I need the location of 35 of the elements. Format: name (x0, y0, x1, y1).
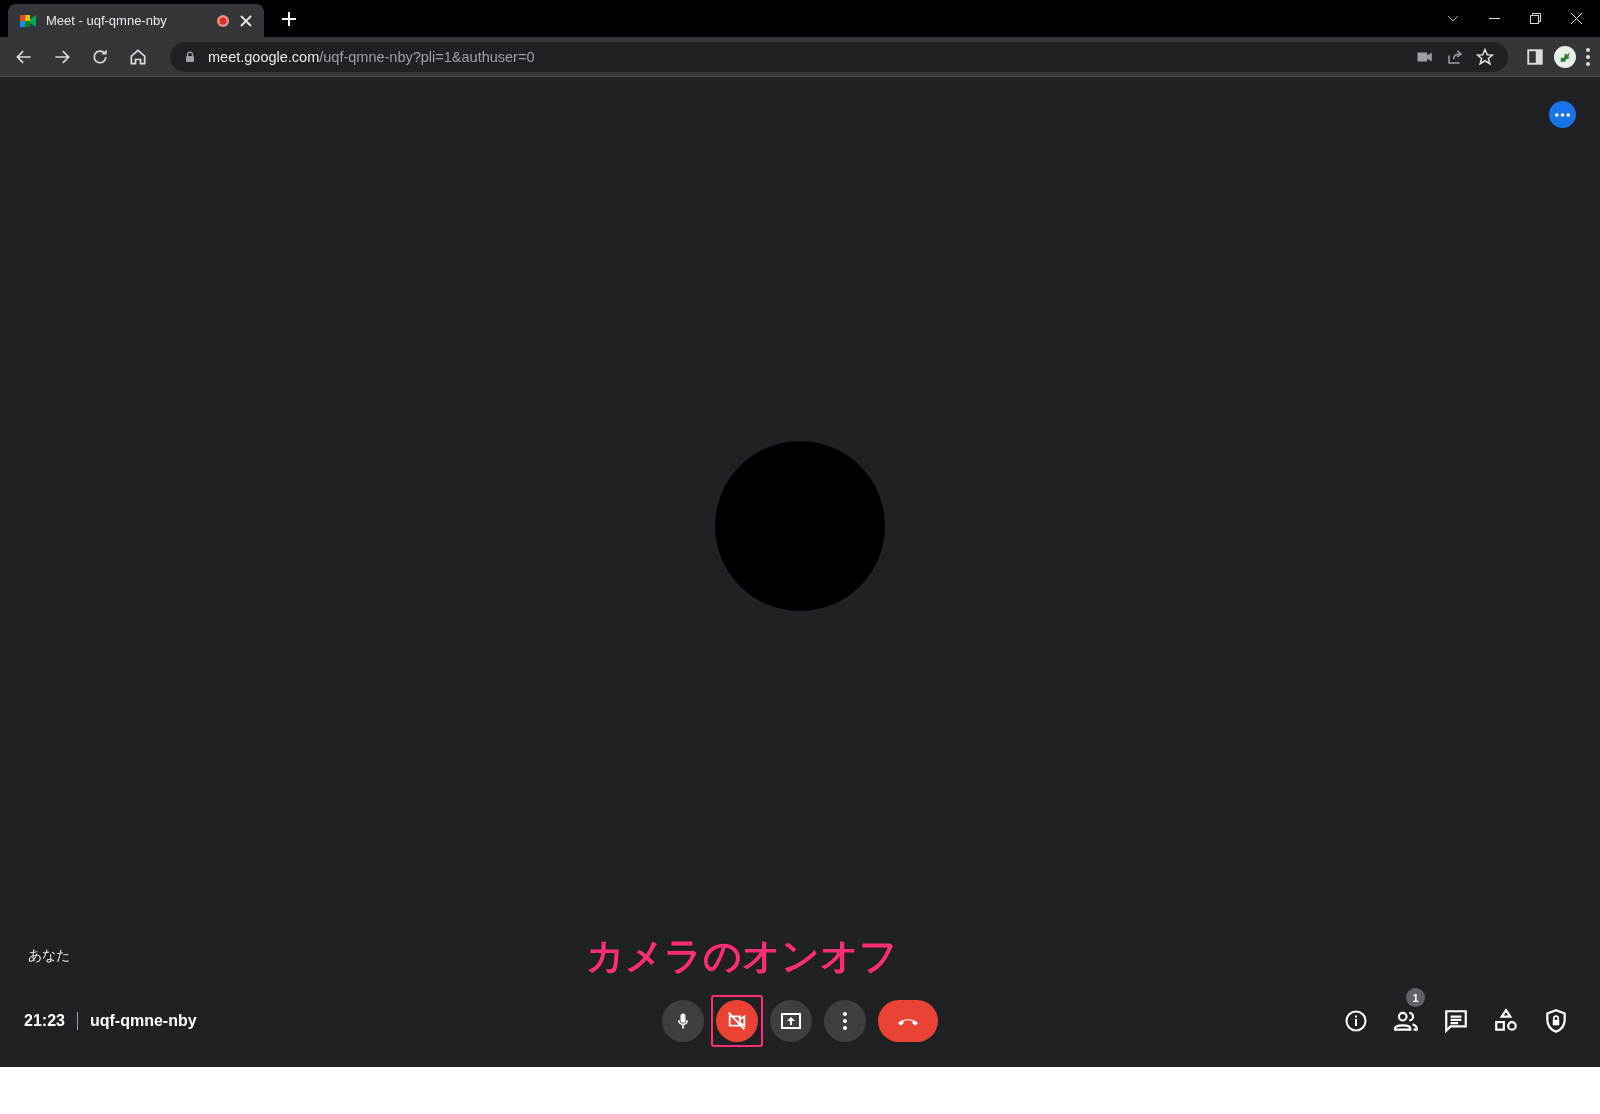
side-panel-icon (1526, 47, 1544, 66)
minimize-icon[interactable] (1489, 17, 1500, 20)
address-bar[interactable]: meet.google.com/uqf-qmne-nby?pli=1&authuser=0 (170, 41, 1508, 72)
chat-icon (1443, 1008, 1469, 1034)
chat-button[interactable] (1442, 1007, 1470, 1035)
close-icon[interactable] (240, 14, 252, 27)
shield-lock-icon (1543, 1008, 1569, 1034)
more-horizontal-icon (1555, 112, 1570, 117)
more-options-button[interactable] (824, 1000, 866, 1042)
present-button[interactable] (770, 1000, 812, 1042)
participant-name: あなた (28, 947, 70, 965)
more-vertical-icon (843, 1012, 847, 1030)
restore-icon[interactable] (1530, 13, 1541, 24)
profile-avatar[interactable] (1554, 45, 1576, 68)
leave-call-button[interactable] (878, 1000, 938, 1042)
count-badge: 1 (1406, 988, 1425, 1007)
browser-tab[interactable]: Meet - uqf-qmne-nby (8, 4, 264, 37)
chevron-down-icon[interactable] (1447, 14, 1459, 23)
close-icon[interactable] (1571, 13, 1582, 24)
more-options-button[interactable] (1549, 101, 1576, 128)
shapes-icon (1493, 1008, 1519, 1034)
new-tab-icon[interactable] (282, 11, 296, 26)
annotation-label: カメラのオンオフ (586, 934, 898, 979)
camera-off-icon (726, 1010, 748, 1032)
phone-hangup-icon (896, 1016, 920, 1026)
url-text: meet.google.com/uqf-qmne-nby?pli=1&authuser=0 (208, 48, 536, 65)
tab-title: Meet - uqf-qmne-nby (46, 13, 168, 28)
clock-time: 21:23 (24, 1012, 65, 1030)
lock-icon (184, 49, 196, 64)
star-icon (1476, 47, 1494, 66)
info-icon (1344, 1009, 1368, 1033)
microphone-button[interactable] (662, 1000, 704, 1042)
meeting-code: uqf-qmne-nby (89, 1012, 197, 1030)
video-camera-logo-icon (20, 13, 36, 28)
more-vertical-icon (1586, 47, 1590, 66)
